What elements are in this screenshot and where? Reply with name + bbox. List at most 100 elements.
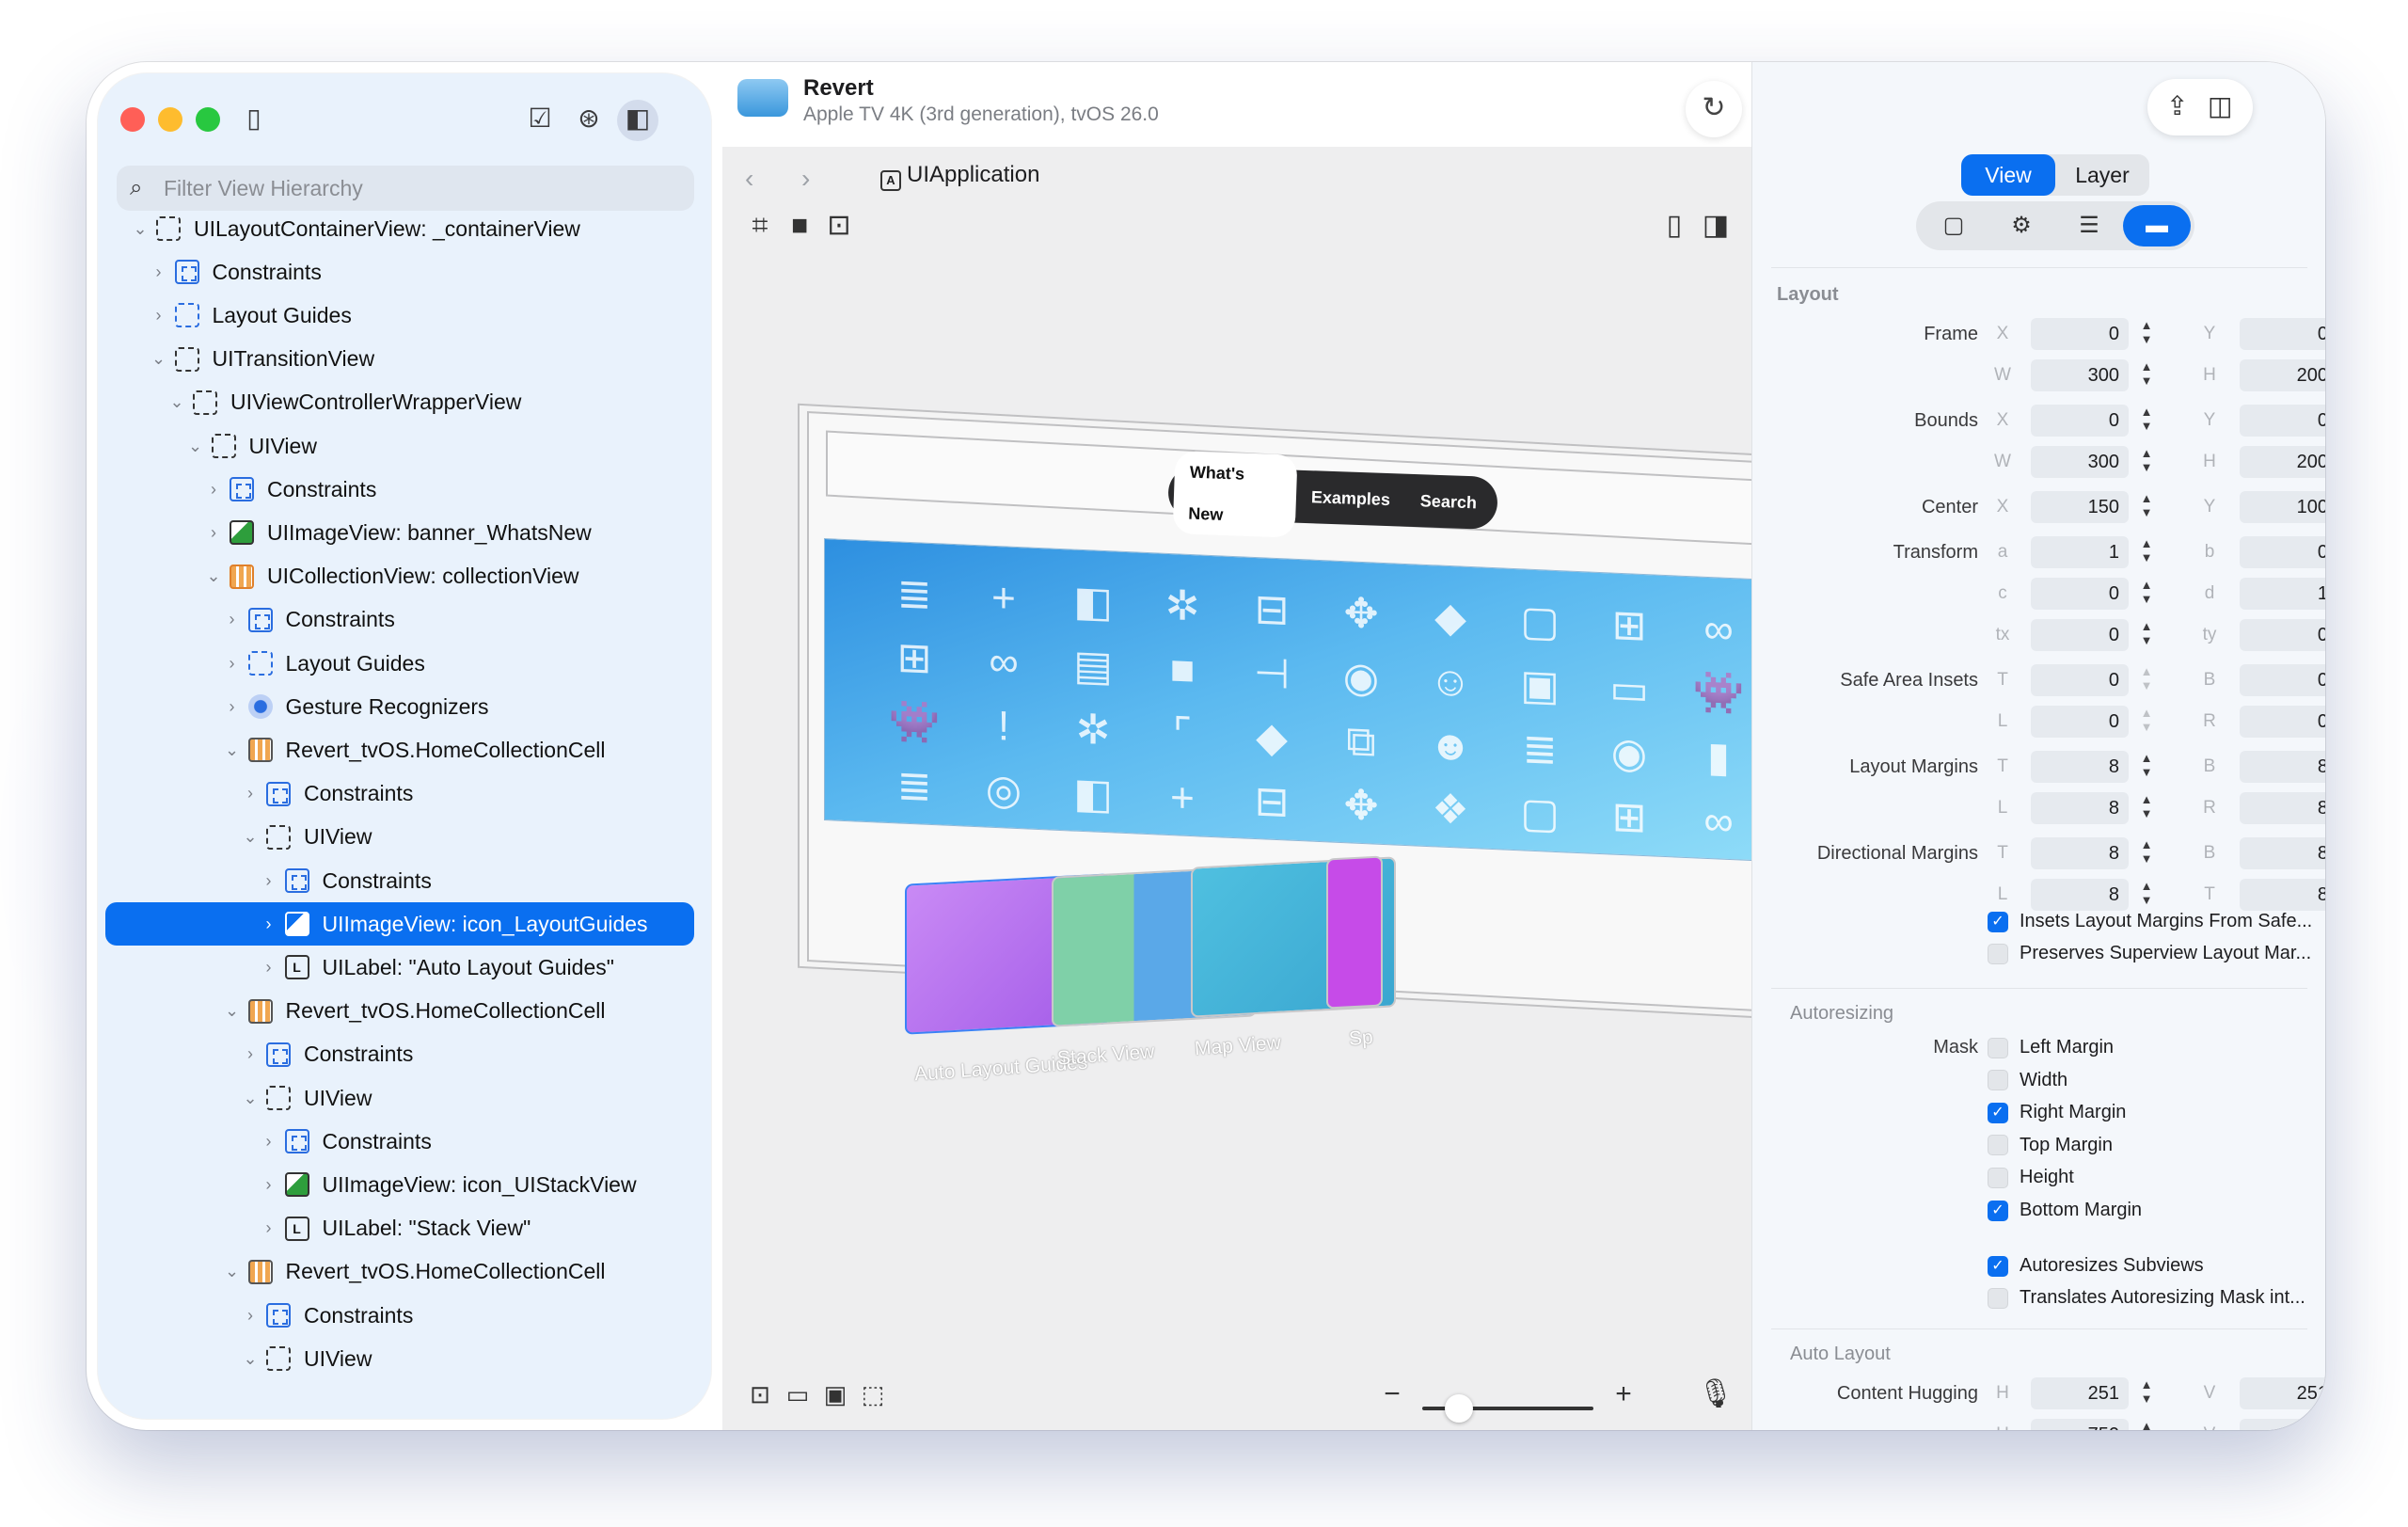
chevron-right-icon[interactable]: › [259, 1175, 279, 1195]
tree-row[interactable]: › Constraints [105, 598, 694, 642]
value-field[interactable]: 251 [2031, 1377, 2129, 1409]
chevron-down-icon[interactable]: ⌄ [222, 740, 243, 760]
mask-top-margin-checkbox[interactable]: Top Margin [1988, 1135, 2113, 1156]
tree-row[interactable]: ⌄ UIView [105, 1076, 694, 1120]
device-portrait-icon[interactable]: ▯ [1656, 207, 1693, 245]
microphone-icon[interactable]: 🎙 [1697, 1376, 1735, 1413]
chevron-right-icon[interactable]: › [240, 1306, 261, 1326]
value-field[interactable]: 8 [2240, 879, 2325, 911]
insets-from-safe-area-checkbox[interactable]: ✓ Insets Layout Margins From Safe... [1988, 911, 2312, 932]
layers-icon[interactable]: ◨ [1697, 207, 1735, 245]
value-field[interactable]: 8 [2240, 751, 2325, 783]
chevron-down-icon[interactable]: ⌄ [222, 1001, 243, 1021]
tree-row[interactable]: › Layout Guides [105, 642, 694, 685]
tree-row[interactable]: › L UILabel: "Auto Layout Guides" [105, 946, 694, 989]
stepper-icon[interactable]: ▲ ▼ [2138, 405, 2155, 437]
tree-row[interactable]: › Constraints [105, 1294, 694, 1337]
stepper-icon[interactable]: ▲ ▼ [2138, 1419, 2155, 1430]
value-field[interactable]: 300 [2031, 359, 2129, 391]
view-layer-switch[interactable]: View Layer [1961, 154, 2149, 196]
clip-icon[interactable]: ⊡ [741, 1376, 779, 1413]
inspector-toggle-icon[interactable]: ◫ [2208, 79, 2232, 134]
chevron-right-icon[interactable]: › [259, 1218, 279, 1238]
tree-row[interactable]: › UIImageView: icon_UIStackView [105, 1163, 694, 1206]
chevron-right-icon[interactable]: › [259, 1132, 279, 1152]
translates-mask-checkbox[interactable]: Translates Autoresizing Mask int... [1988, 1287, 2305, 1309]
value-field[interactable]: 750 [2031, 1419, 2129, 1430]
inspector-tabs[interactable]: ▢ ⚙ ☰ ▬ [1916, 201, 2194, 250]
tree-row[interactable]: ⌄ UILayoutContainerView: _containerView [105, 207, 694, 250]
tree-row-selected[interactable]: › UIImageView: icon_LayoutGuides [105, 902, 694, 946]
tree-row[interactable]: › UIImageView: banner_WhatsNew [105, 511, 694, 554]
value-field[interactable]: 8 [2240, 837, 2325, 869]
tree-row[interactable]: › Constraints [105, 1033, 694, 1076]
checklist-icon[interactable]: ☑ [519, 100, 561, 141]
mask-left-margin-checkbox[interactable]: Left Margin [1988, 1037, 2114, 1058]
fill-tool-icon[interactable]: ■ [781, 207, 818, 245]
stepper-icon[interactable]: ▲ ▼ [2138, 706, 2155, 738]
chevron-down-icon[interactable]: ⌄ [130, 219, 150, 239]
value-field[interactable]: 0 [2240, 405, 2325, 437]
stepper-icon[interactable]: ▲ ▼ [2138, 792, 2155, 824]
mask-right-margin-checkbox[interactable]: ✓ Right Margin [1988, 1102, 2126, 1123]
value-field[interactable]: 0 [2240, 318, 2325, 350]
preserves-superview-checkbox[interactable]: Preserves Superview Layout Mar... [1988, 943, 2311, 964]
accessibility-icon[interactable]: ⊛ [568, 100, 610, 141]
value-field[interactable]: 100 [2240, 491, 2325, 523]
chevron-right-icon[interactable]: › [240, 784, 261, 803]
value-field[interactable]: 0 [2031, 405, 2129, 437]
chevron-down-icon[interactable]: ⌄ [240, 1349, 261, 1369]
tab-layer[interactable]: Layer [2055, 154, 2149, 196]
value-field[interactable]: 251 [2240, 1377, 2325, 1409]
chevron-down-icon[interactable]: ⌄ [166, 392, 187, 412]
stepper-icon[interactable]: ▲ ▼ [2138, 359, 2155, 391]
value-field[interactable]: 0 [2240, 619, 2325, 651]
chevron-right-icon[interactable]: › [149, 262, 169, 282]
card-partial[interactable] [1326, 855, 1383, 1010]
refresh-button[interactable]: ↻ [1686, 81, 1742, 137]
back-arrow-icon[interactable]: ‹ [745, 164, 753, 194]
frame-tool-icon[interactable]: ⌗ [741, 207, 779, 245]
zoom-in-icon[interactable]: + [1605, 1376, 1642, 1413]
value-field[interactable]: 8 [2031, 837, 2129, 869]
value-field[interactable]: 200 [2240, 359, 2325, 391]
minimize-window-button[interactable] [158, 107, 182, 132]
tree-row[interactable]: ⌄ UICollectionView: collectionView [105, 555, 694, 598]
mask-height-checkbox[interactable]: Height [1988, 1167, 2074, 1188]
stepper-icon[interactable]: ▲ ▼ [2138, 446, 2155, 478]
value-field[interactable]: 750 [2240, 1419, 2325, 1430]
value-field[interactable]: 8 [2031, 751, 2129, 783]
attributes-icon[interactable]: ▢ [1920, 205, 1988, 247]
tree-row[interactable]: ⌄ UITransitionView [105, 338, 694, 381]
value-field[interactable]: 0 [2031, 664, 2129, 696]
tree-row[interactable]: › Constraints [105, 250, 694, 294]
tab-view[interactable]: View [1961, 154, 2055, 196]
tree-row[interactable]: ⌄ UIView [105, 816, 694, 859]
value-field[interactable]: 0 [2031, 318, 2129, 350]
chevron-right-icon[interactable]: › [222, 610, 243, 629]
mask-bottom-margin-checkbox[interactable]: ✓ Bottom Margin [1988, 1200, 2142, 1221]
mask-width-checkbox[interactable]: Width [1988, 1070, 2067, 1091]
chevron-down-icon[interactable]: ⌄ [222, 1262, 243, 1281]
close-window-button[interactable] [120, 107, 145, 132]
chevron-right-icon[interactable]: › [149, 306, 169, 326]
stepper-icon[interactable]: ▲ ▼ [2138, 536, 2155, 568]
value-field[interactable]: 8 [2031, 879, 2129, 911]
value-field[interactable]: 200 [2240, 446, 2325, 478]
zoom-slider-knob[interactable] [1445, 1394, 1473, 1423]
inspector-layout-icon[interactable]: ◧ [617, 100, 658, 141]
filter-view-hierarchy-input[interactable]: ⌕ Filter View Hierarchy [117, 166, 694, 211]
value-field[interactable]: 0 [2031, 706, 2129, 738]
value-field[interactable]: 0 [2031, 578, 2129, 610]
value-field[interactable]: 8 [2240, 792, 2325, 824]
ruler-icon[interactable]: ▬ [2123, 205, 2191, 247]
stepper-icon[interactable]: ▲ ▼ [2138, 1377, 2155, 1409]
tree-row[interactable]: ⌄ Revert_tvOS.HomeCollectionCell [105, 728, 694, 771]
tree-row[interactable]: ⌄ UIViewControllerWrapperView [105, 381, 694, 424]
banner-whats-new-image[interactable]: ≣ + ◧ ✲ ⊟ ✥ ◆ ▢ ⊞ ∞ ⊞ ∞ ▤ ■ ⊣ ◉ ☺ ▣ ▭ 👾 👾! ✲ ⌜ ◆ ⧉ ☻ ≣ ◉ ▮ ≣ ◎ ◧ + ⊟ ✥ ❖ ▢ ⊞ ∞ [824, 538, 1757, 863]
chevron-down-icon[interactable]: ⌄ [149, 349, 169, 369]
chevron-down-icon[interactable]: ⌄ [240, 827, 261, 847]
sidebar-toggle-icon[interactable]: ▯ [233, 100, 275, 141]
value-field[interactable]: 0 [2240, 706, 2325, 738]
stepper-icon[interactable]: ▲ ▼ [2138, 491, 2155, 523]
